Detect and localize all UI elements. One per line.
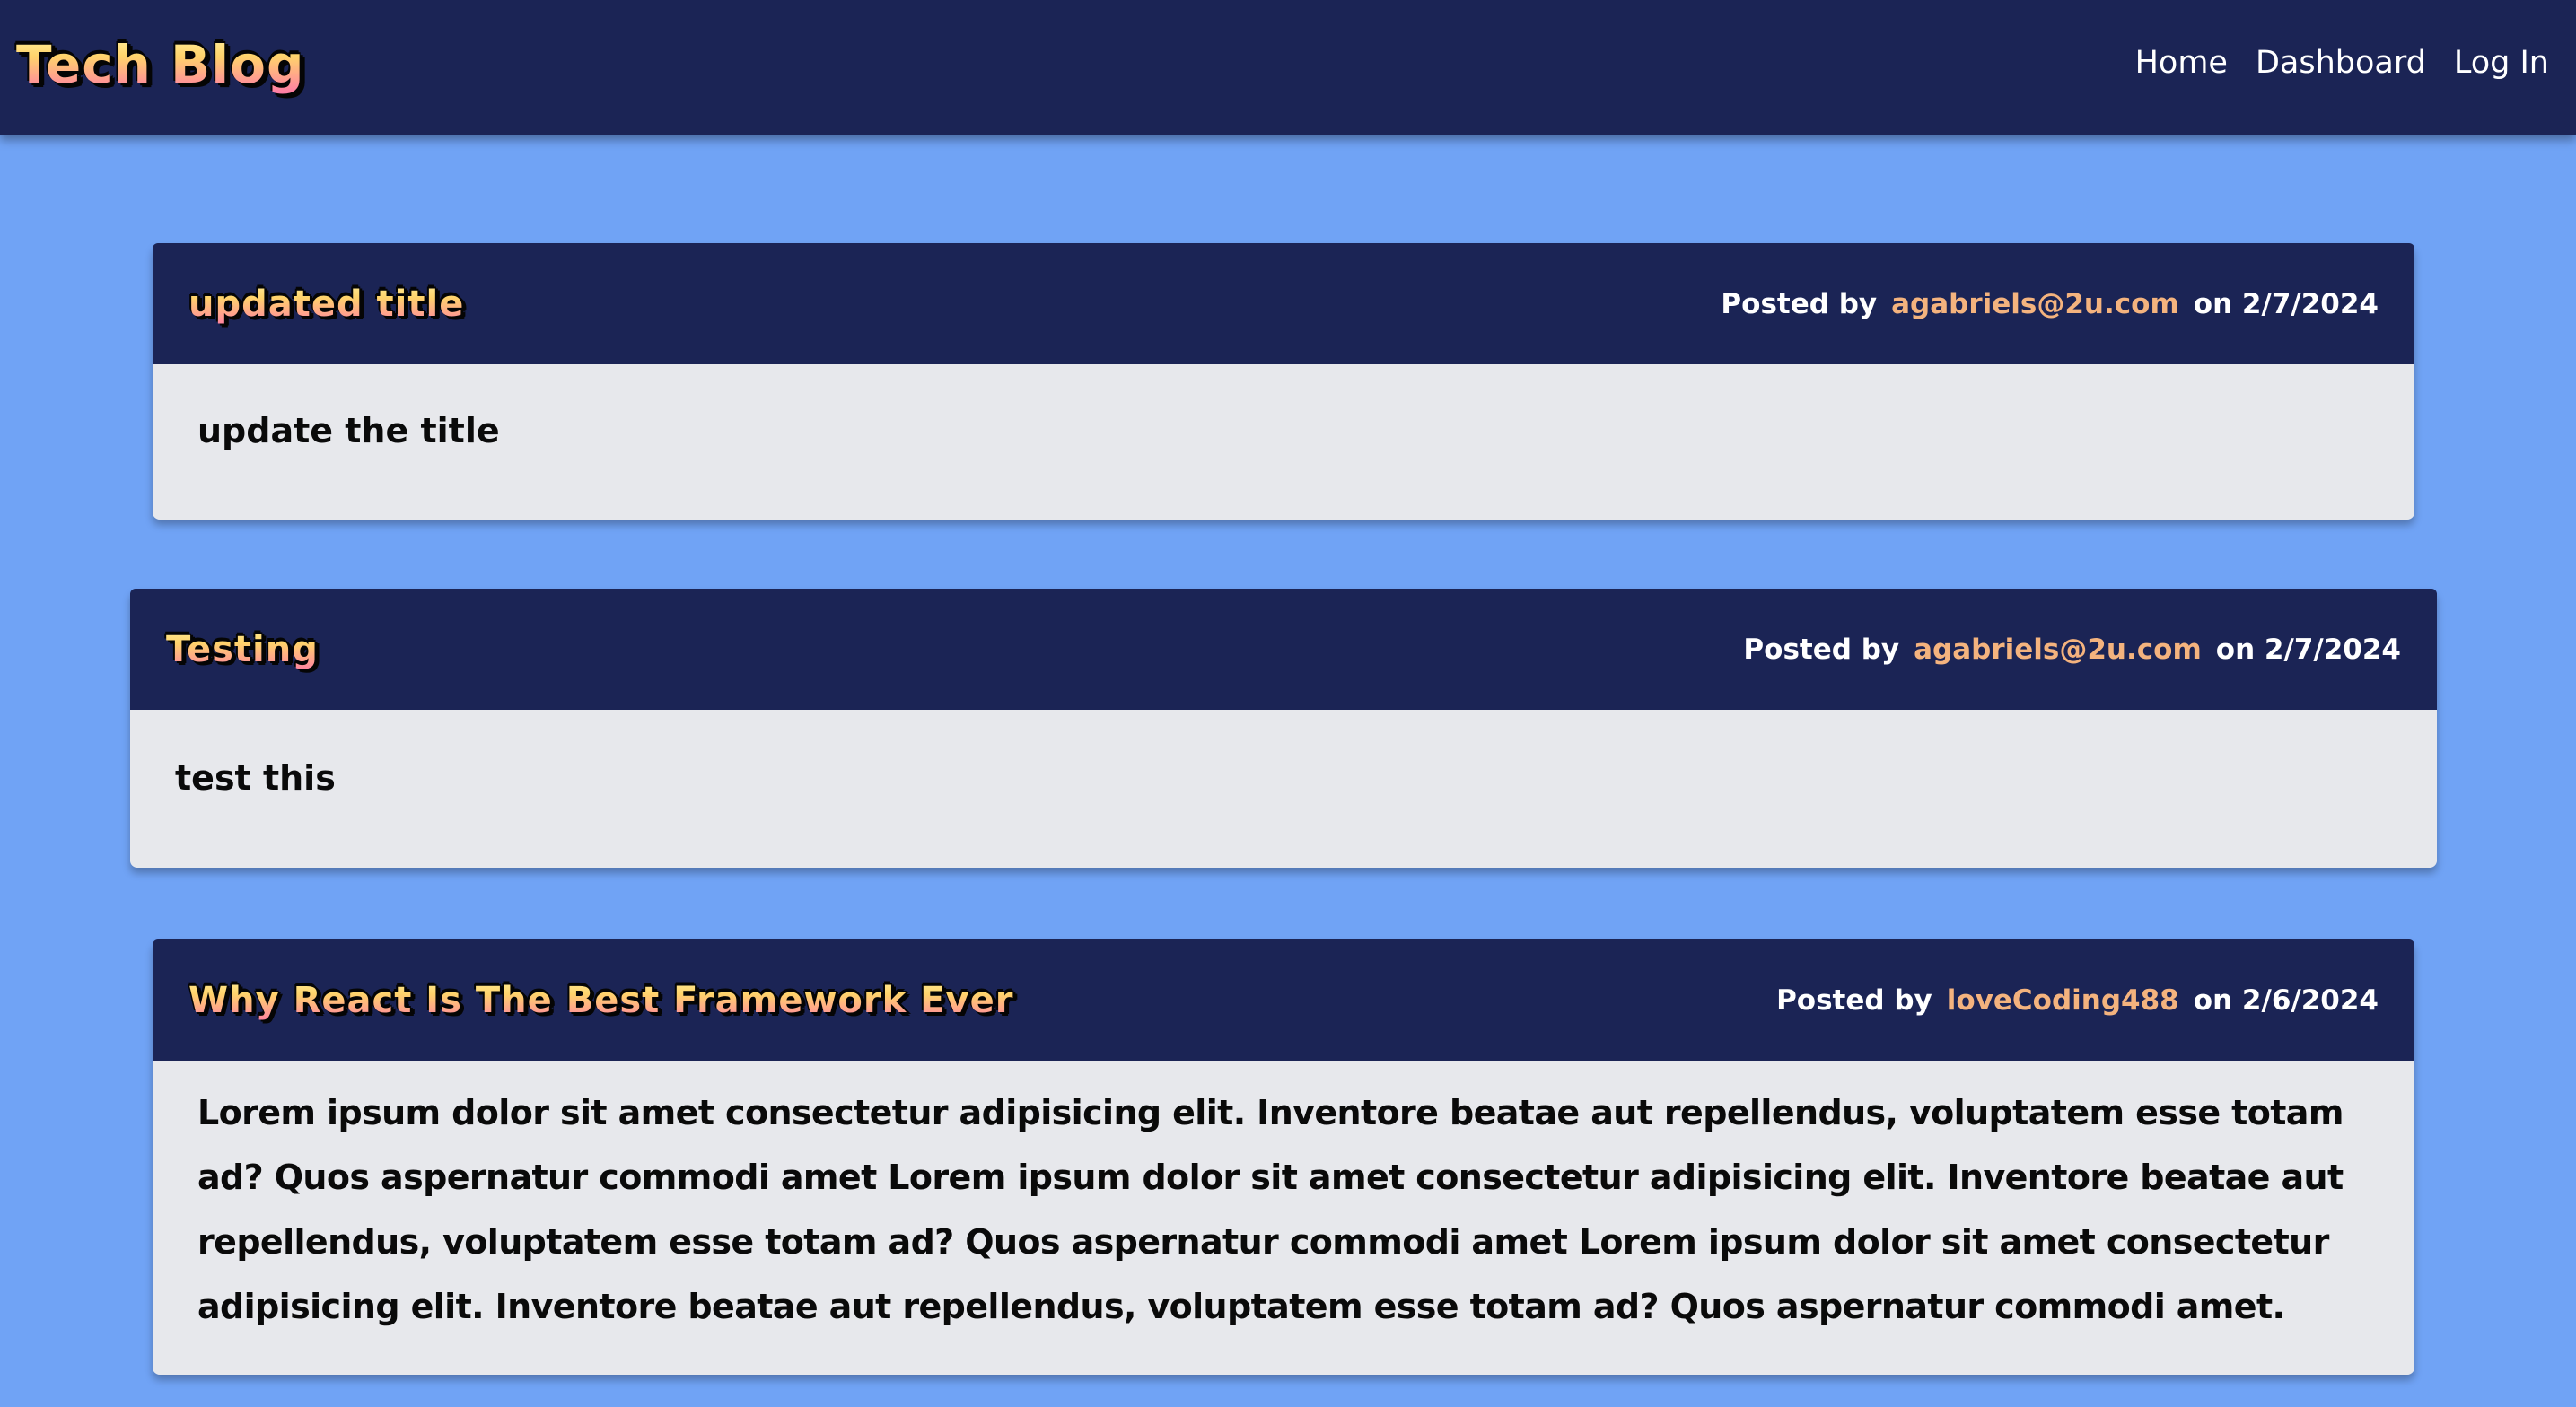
post-content: update the title [197, 411, 500, 450]
nav-home-link[interactable]: Home [2135, 41, 2228, 84]
post-meta: Posted by agabriels@2u.com on 2/7/2024 [1721, 288, 2379, 320]
post-author[interactable]: loveCoding488 [1947, 984, 2179, 1017]
nav-login-link[interactable]: Log In [2454, 41, 2549, 84]
posted-by-label: Posted by [1776, 983, 1932, 1017]
post-header: Testing Posted by agabriels@2u.com on 2/… [130, 589, 2437, 710]
post-body: Lorem ipsum dolor sit amet consectetur a… [153, 1061, 2414, 1375]
post-author[interactable]: agabriels@2u.com [1914, 634, 2202, 666]
post-title[interactable]: updated title [188, 277, 464, 331]
post-meta: Posted by loveCoding488 on 2/6/2024 [1776, 984, 2379, 1017]
main-nav: Home Dashboard Log In [2135, 41, 2549, 84]
posted-by-label: Posted by [1721, 287, 1878, 320]
post-card: Why React Is The Best Framework Ever Pos… [153, 939, 2414, 1375]
post-meta: Posted by agabriels@2u.com on 2/7/2024 [1743, 634, 2401, 666]
post-card: Testing Posted by agabriels@2u.com on 2/… [130, 589, 2437, 868]
post-date: on 2/7/2024 [2193, 287, 2379, 320]
post-header: Why React Is The Best Framework Ever Pos… [153, 939, 2414, 1061]
post-author[interactable]: agabriels@2u.com [1891, 288, 2179, 320]
post-card: updated title Posted by agabriels@2u.com… [153, 243, 2414, 520]
post-content: test this [175, 758, 336, 798]
nav-dashboard-link[interactable]: Dashboard [2256, 41, 2426, 84]
posted-by-label: Posted by [1743, 633, 1900, 666]
post-title[interactable]: Testing [166, 623, 319, 677]
post-content: Lorem ipsum dolor sit amet consectetur a… [197, 1093, 2344, 1326]
post-header: updated title Posted by agabriels@2u.com… [153, 243, 2414, 364]
site-header: Tech Blog Home Dashboard Log In [0, 0, 2576, 135]
post-date: on 2/7/2024 [2215, 633, 2401, 666]
post-body: test this [130, 710, 2437, 868]
post-body: update the title [153, 364, 2414, 520]
post-date: on 2/6/2024 [2193, 983, 2379, 1017]
post-title[interactable]: Why React Is The Best Framework Ever [188, 974, 1013, 1027]
site-logo[interactable]: Tech Blog [16, 31, 305, 99]
